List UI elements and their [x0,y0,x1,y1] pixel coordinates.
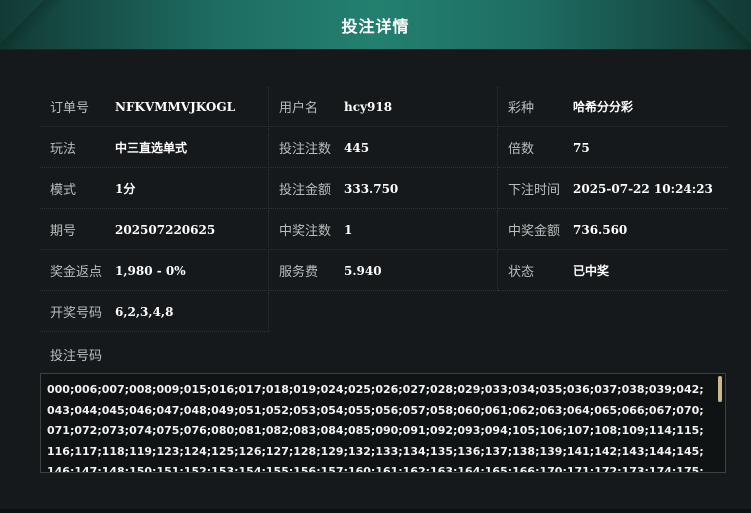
field-value: 5.940 [344,263,382,278]
status-badge: 已中奖 [573,264,610,278]
field-value: 哈希分分彩 [573,100,634,114]
header-decoration-left [0,0,60,49]
field-label: 期号 [50,224,77,239]
field-winning-count: 中奖注数 1 [269,210,498,250]
field-label: 服务费 [279,265,319,280]
field-multiplier: 倍数 75 [498,128,728,168]
field-label: 状态 [508,265,535,280]
field-order-id: 订单号 NFKVMMVJKOGL [40,87,269,127]
field-status: 状态 已中奖 [498,251,728,291]
field-value: 1 [344,222,353,237]
field-value: 1分 [115,182,136,196]
details-row: 玩法 中三直选单式 投注注数 445 倍数 75 [40,128,728,169]
field-label: 下注时间 [508,183,561,198]
field-value: 333.750 [344,181,399,196]
field-draw-numbers: 开奖号码 6,2,3,4,8 [40,292,269,332]
field-value: hcy918 [344,99,393,114]
field-label: 模式 [50,183,77,198]
field-mode: 模式 1分 [40,169,269,209]
header-decoration-right [691,0,751,49]
field-rebate: 奖金返点 1,980 - 0% [40,251,269,291]
field-issue-number: 期号 202507220625 [40,210,269,250]
scrollbar-thumb[interactable] [718,376,722,402]
field-value: 445 [344,140,370,155]
details-row: 模式 1分 投注金额 333.750 下注时间 2025-07-22 10:24… [40,169,728,210]
field-label: 用户名 [279,101,319,116]
field-label: 中奖金额 [508,224,561,239]
field-winning-amount: 中奖金额 736.560 [498,210,728,250]
dialog-header: 投注详情 [0,0,751,50]
details-grid: 订单号 NFKVMMVJKOGL 用户名 hcy918 彩种 哈希分分彩 玩法 … [40,87,728,333]
bottom-border [0,509,751,513]
field-bet-time: 下注时间 2025-07-22 10:24:23 [498,169,728,209]
field-value: 736.560 [573,222,628,237]
details-row: 开奖号码 6,2,3,4,8 [40,292,728,333]
field-play-type: 玩法 中三直选单式 [40,128,269,168]
field-bet-amount: 投注金额 333.750 [269,169,498,209]
field-value: 202507220625 [115,222,216,237]
field-label: 订单号 [50,101,90,116]
field-lottery-type: 彩种 哈希分分彩 [498,87,728,127]
field-username: 用户名 hcy918 [269,87,498,127]
field-label: 中奖注数 [279,224,332,239]
field-label: 开奖号码 [50,306,103,321]
bet-numbers-textarea[interactable]: 000;006;007;008;009;015;016;017;018;019;… [40,373,726,473]
details-row: 订单号 NFKVMMVJKOGL 用户名 hcy918 彩种 哈希分分彩 [40,87,728,128]
field-bet-count: 投注注数 445 [269,128,498,168]
details-row: 奖金返点 1,980 - 0% 服务费 5.940 状态 已中奖 [40,251,728,292]
bet-numbers-label: 投注号码 [50,349,103,364]
field-label: 投注金额 [279,183,332,198]
empty-cell [269,292,498,332]
field-value: 中三直选单式 [115,141,188,155]
field-value: NFKVMMVJKOGL [115,99,236,114]
field-label: 奖金返点 [50,265,103,280]
field-label: 玩法 [50,142,77,157]
bet-details-panel: 订单号 NFKVMMVJKOGL 用户名 hcy918 彩种 哈希分分彩 玩法 … [40,87,728,475]
bet-numbers-text: 000;006;007;008;009;015;016;017;018;019;… [47,383,704,473]
field-label: 投注注数 [279,142,332,157]
field-label: 彩种 [508,101,535,116]
details-row: 期号 202507220625 中奖注数 1 中奖金额 736.560 [40,210,728,251]
field-value: 1,980 - 0% [115,263,186,278]
field-value: 75 [573,140,590,155]
field-service-fee: 服务费 5.940 [269,251,498,291]
field-value: 2025-07-22 10:24:23 [573,181,713,196]
dialog-title: 投注详情 [341,16,410,36]
field-label: 倍数 [508,142,535,157]
empty-cell [498,292,728,332]
field-value: 6,2,3,4,8 [115,304,174,319]
